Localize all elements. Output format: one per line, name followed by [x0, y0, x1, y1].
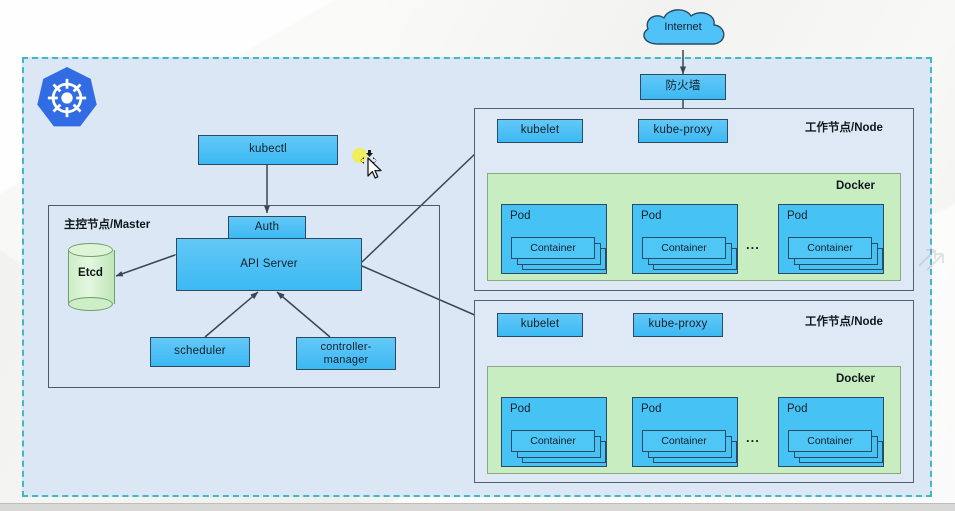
- kubelet-label-node-2: kubelet: [520, 318, 560, 331]
- container-box: Container: [788, 237, 872, 259]
- container-stack-node-2-2[interactable]: Container: [642, 430, 738, 464]
- pod-box-node-2-3[interactable]: Pod Container: [778, 397, 884, 467]
- diagram-canvas: Internet 防火墙 kubectl 主控节点/Master Etcd Au…: [0, 0, 955, 511]
- internet-label: Internet: [664, 21, 702, 33]
- kube-proxy-label-node-2: kube-proxy: [648, 318, 708, 331]
- kubernetes-logo-icon: [37, 66, 97, 127]
- pod-label-node-1-3: Pod: [787, 210, 808, 222]
- container-box: Container: [788, 430, 872, 452]
- api-server-box[interactable]: API Server: [176, 238, 362, 291]
- pod-box-node-1-2[interactable]: Pod Container: [632, 204, 738, 274]
- container-stack-node-1-2[interactable]: Container: [642, 237, 738, 271]
- pods-ellipsis-node-1: ...: [746, 237, 760, 252]
- master-panel-title: 主控节点/Master: [64, 219, 151, 231]
- scheduler-label: scheduler: [174, 345, 226, 358]
- docker-label-node-2: Docker: [836, 373, 875, 385]
- bottom-status-bar: [0, 503, 955, 511]
- container-box: Container: [511, 237, 595, 259]
- docker-label-node-1: Docker: [836, 180, 875, 192]
- container-stack-node-1-1[interactable]: Container: [511, 237, 607, 271]
- container-box: Container: [642, 430, 726, 452]
- container-stack-node-2-1[interactable]: Container: [511, 430, 607, 464]
- kubectl-label: kubectl: [249, 143, 287, 156]
- pod-label-node-1-1: Pod: [510, 210, 531, 222]
- kubectl-box[interactable]: kubectl: [198, 135, 338, 165]
- pod-box-node-1-3[interactable]: Pod Container: [778, 204, 884, 274]
- kube-proxy-box-node-1[interactable]: kube-proxy: [638, 119, 728, 143]
- firewall-box[interactable]: 防火墙: [640, 74, 726, 100]
- container-box: Container: [642, 237, 726, 259]
- firewall-label: 防火墙: [665, 80, 701, 93]
- kubelet-box-node-2[interactable]: kubelet: [497, 313, 583, 337]
- etcd-top-ellipse: [68, 243, 113, 257]
- worker-node-2-title: 工作节点/Node: [805, 316, 883, 328]
- container-stack-node-1-3[interactable]: Container: [788, 237, 884, 271]
- pod-label-node-2-2: Pod: [641, 403, 662, 415]
- container-stack-node-2-3[interactable]: Container: [788, 430, 884, 464]
- watermark-arrow-icon: [918, 249, 944, 271]
- kube-proxy-label-node-1: kube-proxy: [653, 124, 713, 137]
- pod-box-node-1-1[interactable]: Pod Container: [501, 204, 607, 274]
- pod-label-node-2-3: Pod: [787, 403, 808, 415]
- pod-label-node-1-2: Pod: [641, 210, 662, 222]
- pod-box-node-2-2[interactable]: Pod Container: [632, 397, 738, 467]
- worker-node-1-title: 工作节点/Node: [805, 122, 883, 134]
- etcd-cylinder[interactable]: Etcd: [68, 243, 115, 311]
- controller-manager-box[interactable]: controller- manager: [296, 337, 396, 370]
- pod-label-node-2-1: Pod: [510, 403, 531, 415]
- kubelet-label-node-1: kubelet: [520, 124, 560, 137]
- move-cursor-icon: [360, 150, 382, 179]
- etcd-bottom-ellipse: [68, 297, 113, 311]
- controller-manager-label-line1: controller-: [320, 340, 372, 353]
- api-server-label: API Server: [240, 257, 298, 270]
- auth-label: Auth: [254, 220, 280, 233]
- scheduler-box[interactable]: scheduler: [150, 337, 250, 367]
- kubelet-box-node-1[interactable]: kubelet: [497, 119, 583, 143]
- container-box: Container: [511, 430, 595, 452]
- pod-box-node-2-1[interactable]: Pod Container: [501, 397, 607, 467]
- auth-box[interactable]: Auth: [228, 216, 306, 239]
- kube-proxy-box-node-2[interactable]: kube-proxy: [633, 313, 723, 337]
- etcd-label: Etcd: [78, 267, 103, 279]
- controller-manager-label-line2: manager: [323, 353, 369, 366]
- pods-ellipsis-node-2: ...: [746, 430, 760, 445]
